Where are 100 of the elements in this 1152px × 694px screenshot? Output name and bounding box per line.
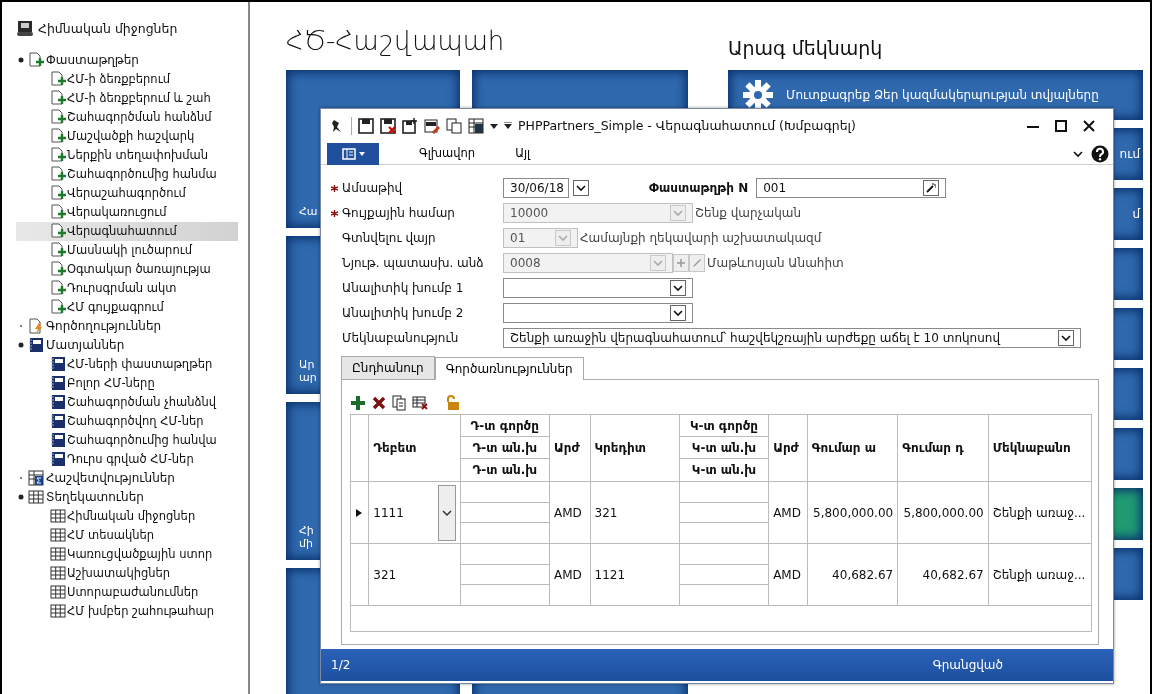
field-label: Փաստաթղթի N	[649, 179, 749, 197]
save-close-icon[interactable]	[380, 118, 396, 134]
notebook-icon	[50, 413, 66, 430]
tree-item[interactable]: Բոլոր ՀՄ-ները	[16, 373, 248, 393]
tree-item[interactable]: Շահագործումից հանվա	[16, 430, 248, 450]
number-field[interactable]: 001	[756, 177, 947, 198]
save-icon[interactable]	[358, 118, 374, 134]
tree-group[interactable]: Հաշվետվություններ	[46, 469, 175, 488]
tree-group[interactable]: Գործողություններ	[46, 317, 162, 336]
pdf-icon[interactable]	[424, 118, 440, 134]
tree-item[interactable]: Կառուցվածքային ստոր	[16, 544, 248, 564]
table-cell: 40,682.67	[897, 543, 989, 606]
menu-item[interactable]: Այլ	[515, 142, 531, 165]
quick-start-title: Արագ մեկնարկ	[728, 36, 884, 61]
tree-item[interactable]: Շահագործումից հանմա	[16, 164, 248, 184]
tree-item[interactable]: Դուրս գրված ՀՄ-ներ	[16, 449, 248, 469]
tree-item[interactable]: Վերաշահագործում	[16, 183, 248, 203]
tree-group[interactable]: Մատյաններ	[46, 336, 125, 355]
column-header: Կ-տ ան.խ	[679, 437, 769, 459]
dropdown-button[interactable]	[437, 484, 456, 541]
expander-icon[interactable]	[18, 57, 24, 64]
column-header: Կ-տ գործը	[679, 415, 769, 437]
column-header[interactable]: Գումար ա	[807, 414, 898, 482]
tree-item[interactable]: ՀՄ տեսակներ	[16, 525, 248, 545]
plus-icon	[676, 257, 686, 268]
dropdown-icon[interactable]	[673, 283, 683, 292]
notebook-icon	[28, 337, 44, 354]
tree-item[interactable]: Դուրսգրման ակտ	[16, 278, 248, 298]
table-icon[interactable]	[468, 118, 484, 134]
menu-button[interactable]	[327, 142, 379, 165]
tree-group[interactable]: Տեղեկատուներ	[46, 488, 144, 507]
tree-item[interactable]: ՀՄ-ի ձեռքբերում	[16, 69, 248, 89]
column-header[interactable]: Կրեդիտ	[590, 414, 680, 482]
table-cell: Շենքի առաջ...	[988, 481, 1092, 544]
clear-table-icon[interactable]	[412, 396, 428, 410]
sidebar-title: Հիմնական միջոցներ	[38, 20, 178, 38]
tree-item[interactable]: Մաշվածքի հաշվարկ	[16, 126, 248, 146]
add-icon[interactable]	[350, 395, 366, 411]
select-field[interactable]	[503, 277, 693, 298]
tree-item[interactable]: Օգտակար ծառայությա	[16, 259, 248, 279]
tile-label: Հա	[299, 205, 318, 218]
tree-item[interactable]: Մասնակի լուծարում	[16, 240, 248, 260]
table-icon	[50, 508, 66, 525]
document-icon	[50, 128, 66, 145]
notebook-icon	[50, 432, 66, 449]
tree-item[interactable]: Ստորաբաժանումներ	[16, 582, 248, 602]
unlock-icon[interactable]	[444, 395, 460, 411]
column-header[interactable]: Դեբետ	[368, 414, 461, 482]
dropdown-icon[interactable]	[1061, 333, 1071, 342]
tree-item[interactable]: Շահագործման չհանձնվ	[16, 392, 248, 412]
table-cell: 5,800,000.00	[807, 481, 898, 544]
row-pointer-icon	[356, 509, 362, 517]
document-icon	[50, 109, 66, 126]
tree-item[interactable]: Ներքին տեղափոխման	[16, 145, 248, 165]
tab[interactable]: Ընդհանուր	[341, 356, 435, 379]
tile-label: մ	[1132, 206, 1140, 223]
column-header[interactable]: Գումար դ	[897, 414, 989, 482]
column-header[interactable]: Արժ	[768, 414, 808, 482]
select-field[interactable]	[503, 302, 693, 323]
tree-item[interactable]: ՀՄ-ների փաստաթղթեր	[16, 354, 248, 374]
column-header[interactable]: Արժ	[549, 414, 590, 482]
tree-item[interactable]: Վերակառուցում	[16, 202, 248, 222]
chevron-icon[interactable]	[1073, 149, 1083, 158]
column-header: Դ-տ ան.խ	[460, 437, 549, 459]
table-icon	[50, 527, 66, 544]
notebook-icon	[50, 451, 66, 468]
tree-item[interactable]: Հիմնական միջոցներ	[16, 506, 248, 526]
field-label: Մեկնաբանություն	[342, 329, 459, 347]
tree-item[interactable]: Շահագործման հանձնմ	[16, 107, 248, 127]
expander-icon[interactable]	[18, 494, 24, 501]
delete-icon[interactable]	[372, 396, 386, 410]
tree-item[interactable]: ՀՄ խմբեր շահութահար	[16, 601, 248, 621]
tile-label: ար	[299, 371, 317, 384]
panel-icon	[341, 147, 356, 160]
table-icon	[50, 546, 66, 563]
table-icon	[50, 603, 66, 620]
tab[interactable]: Գործառնություններ	[434, 357, 584, 380]
tree-group[interactable]: Փաստաթղթեր	[46, 51, 139, 70]
expander-icon[interactable]	[18, 342, 24, 349]
tree-item[interactable]: Վերագնահատում	[16, 221, 238, 241]
wand-icon[interactable]	[926, 182, 937, 193]
chevron-icon	[441, 508, 452, 517]
document-icon	[28, 52, 44, 69]
menu-item[interactable]: Գլխավոր	[419, 142, 476, 165]
tree-item[interactable]: ՀՄ գույքագրում	[16, 297, 248, 317]
dropdown-icon[interactable]	[576, 183, 586, 192]
save-new-icon[interactable]	[402, 118, 418, 134]
tree-item[interactable]: Աշխատակիցներ	[16, 563, 248, 583]
select-field[interactable]: Շենքի առաջին վերագնահատում՝ հաշվեկշռային արժեքը աճել է 10 տոկոսով	[503, 327, 1081, 348]
caret-icon	[358, 150, 365, 157]
caret-icon[interactable]	[490, 122, 498, 130]
dropdown-icon[interactable]	[673, 308, 683, 317]
copy-icon[interactable]	[392, 395, 406, 411]
tree-item[interactable]: ՀՄ-ի ձեռքբերում և շահ	[16, 88, 248, 108]
tree-item[interactable]: Շահագործվող ՀՄ-ներ	[16, 411, 248, 431]
table-icon	[50, 584, 66, 601]
caret-icon[interactable]	[504, 122, 512, 130]
column-header[interactable]: Մեկնաբանո	[988, 414, 1092, 482]
help-icon[interactable]	[1091, 144, 1109, 163]
copy-icon[interactable]	[446, 118, 462, 134]
